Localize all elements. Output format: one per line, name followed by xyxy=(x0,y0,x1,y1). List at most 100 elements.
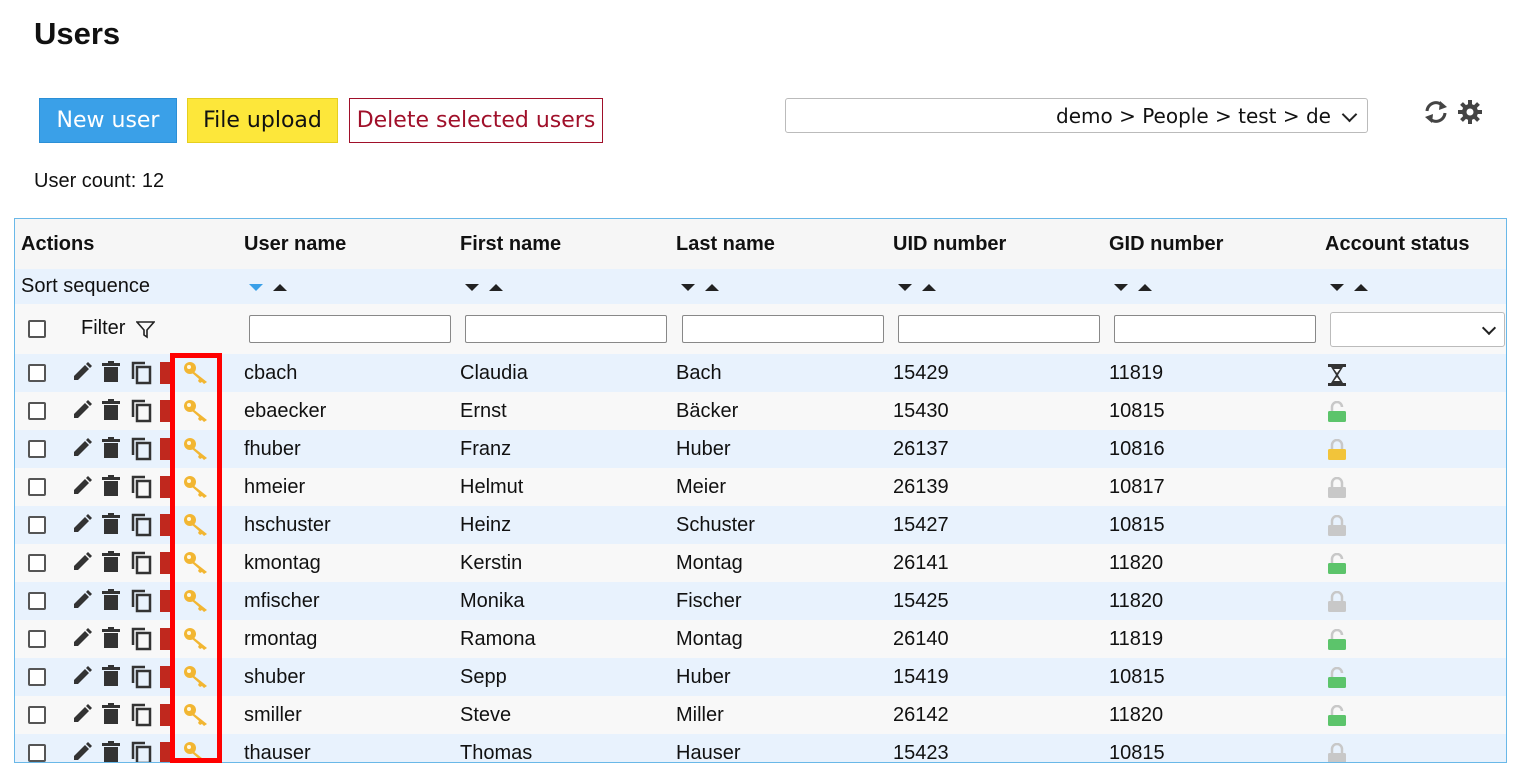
header-uid-number[interactable]: UID number xyxy=(893,233,1006,256)
pdf-icon[interactable] xyxy=(160,438,172,460)
delete-icon[interactable] xyxy=(101,513,121,535)
table-row[interactable]: hschuster Heinz Schuster 15427 10815 xyxy=(15,506,1506,544)
edit-icon[interactable] xyxy=(71,399,93,421)
copy-icon[interactable] xyxy=(130,399,152,423)
pdf-icon[interactable] xyxy=(160,666,172,688)
row-checkbox[interactable] xyxy=(28,706,46,724)
copy-icon[interactable] xyxy=(130,665,152,689)
filter-gid-number-input[interactable] xyxy=(1114,315,1316,343)
sort-asc-icon[interactable] xyxy=(922,284,936,291)
edit-icon[interactable] xyxy=(71,703,93,725)
edit-icon[interactable] xyxy=(71,741,93,763)
table-row[interactable]: hmeier Helmut Meier 26139 10817 xyxy=(15,468,1506,506)
cell-user-name[interactable]: mfischer xyxy=(244,590,320,613)
delete-icon[interactable] xyxy=(101,551,121,573)
delete-icon[interactable] xyxy=(101,627,121,649)
row-checkbox[interactable] xyxy=(28,478,46,496)
row-checkbox[interactable] xyxy=(28,516,46,534)
sort-desc-icon[interactable] xyxy=(1114,284,1128,291)
edit-icon[interactable] xyxy=(71,361,93,383)
table-row[interactable]: rmontag Ramona Montag 26140 11819 xyxy=(15,620,1506,658)
pdf-icon[interactable] xyxy=(160,362,172,384)
cell-user-name[interactable]: cbach xyxy=(244,362,297,385)
cell-user-name[interactable]: kmontag xyxy=(244,552,321,575)
sort-asc-icon[interactable] xyxy=(273,284,287,291)
header-account-status[interactable]: Account status xyxy=(1325,233,1469,256)
key-icon[interactable] xyxy=(183,551,211,575)
copy-icon[interactable] xyxy=(130,513,152,537)
delete-icon[interactable] xyxy=(101,665,121,687)
filter-user-name-input[interactable] xyxy=(249,315,451,343)
key-icon[interactable] xyxy=(183,703,211,727)
pdf-icon[interactable] xyxy=(160,590,172,612)
table-row[interactable]: smiller Steve Miller 26142 11820 xyxy=(15,696,1506,734)
edit-icon[interactable] xyxy=(71,589,93,611)
delete-icon[interactable] xyxy=(101,437,121,459)
cell-user-name[interactable]: rmontag xyxy=(244,628,317,651)
sort-asc-icon[interactable] xyxy=(705,284,719,291)
delete-icon[interactable] xyxy=(101,399,121,421)
cell-user-name[interactable]: ebaecker xyxy=(244,400,326,423)
key-icon[interactable] xyxy=(183,513,211,537)
table-row[interactable]: ebaecker Ernst Bäcker 15430 10815 xyxy=(15,392,1506,430)
edit-icon[interactable] xyxy=(71,475,93,497)
row-checkbox[interactable] xyxy=(28,668,46,686)
delete-icon[interactable] xyxy=(101,741,121,763)
sort-desc-icon[interactable] xyxy=(681,284,695,291)
cell-user-name[interactable]: fhuber xyxy=(244,438,301,461)
row-checkbox[interactable] xyxy=(28,744,46,762)
copy-icon[interactable] xyxy=(130,627,152,651)
refresh-icon[interactable] xyxy=(1423,100,1449,129)
pdf-icon[interactable] xyxy=(160,476,172,498)
pdf-icon[interactable] xyxy=(160,514,172,536)
cell-user-name[interactable]: hschuster xyxy=(244,514,331,537)
delete-icon[interactable] xyxy=(101,361,121,383)
header-gid-number[interactable]: GID number xyxy=(1109,233,1223,256)
row-checkbox[interactable] xyxy=(28,592,46,610)
gear-icon[interactable] xyxy=(1458,100,1482,129)
sort-asc-icon[interactable] xyxy=(1354,284,1368,291)
edit-icon[interactable] xyxy=(71,513,93,535)
copy-icon[interactable] xyxy=(130,361,152,385)
table-row[interactable]: shuber Sepp Huber 15419 10815 xyxy=(15,658,1506,696)
copy-icon[interactable] xyxy=(130,589,152,613)
table-row[interactable]: fhuber Franz Huber 26137 10816 xyxy=(15,430,1506,468)
table-row[interactable]: kmontag Kerstin Montag 26141 11820 xyxy=(15,544,1506,582)
sort-desc-icon[interactable] xyxy=(898,284,912,291)
sort-desc-icon[interactable] xyxy=(1330,284,1344,291)
delete-icon[interactable] xyxy=(101,589,121,611)
sort-asc-icon[interactable] xyxy=(1138,284,1152,291)
ou-tree-select[interactable]: demo > People > test > de xyxy=(785,98,1368,133)
filter-account-status-select[interactable] xyxy=(1330,312,1505,347)
cell-user-name[interactable]: hmeier xyxy=(244,476,305,499)
row-checkbox[interactable] xyxy=(28,630,46,648)
key-icon[interactable] xyxy=(183,399,211,423)
header-first-name[interactable]: First name xyxy=(460,233,561,256)
edit-icon[interactable] xyxy=(71,551,93,573)
header-last-name[interactable]: Last name xyxy=(676,233,775,256)
key-icon[interactable] xyxy=(183,361,211,385)
key-icon[interactable] xyxy=(183,589,211,613)
table-row[interactable]: cbach Claudia Bach 15429 11819 xyxy=(15,354,1506,392)
copy-icon[interactable] xyxy=(130,741,152,763)
copy-icon[interactable] xyxy=(130,475,152,499)
pdf-icon[interactable] xyxy=(160,704,172,726)
cell-user-name[interactable]: smiller xyxy=(244,704,302,727)
pdf-icon[interactable] xyxy=(160,400,172,422)
edit-icon[interactable] xyxy=(71,437,93,459)
select-all-checkbox[interactable] xyxy=(28,320,46,338)
pdf-icon[interactable] xyxy=(160,628,172,650)
table-row[interactable]: thauser Thomas Hauser 15423 10815 xyxy=(15,734,1506,763)
filter-first-name-input[interactable] xyxy=(465,315,667,343)
key-icon[interactable] xyxy=(183,741,211,763)
copy-icon[interactable] xyxy=(130,703,152,727)
new-user-button[interactable]: New user xyxy=(39,98,177,143)
key-icon[interactable] xyxy=(183,627,211,651)
sort-desc-icon[interactable] xyxy=(465,284,479,291)
pdf-icon[interactable] xyxy=(160,552,172,574)
filter-last-name-input[interactable] xyxy=(682,315,884,343)
key-icon[interactable] xyxy=(183,665,211,689)
row-checkbox[interactable] xyxy=(28,554,46,572)
row-checkbox[interactable] xyxy=(28,364,46,382)
edit-icon[interactable] xyxy=(71,665,93,687)
